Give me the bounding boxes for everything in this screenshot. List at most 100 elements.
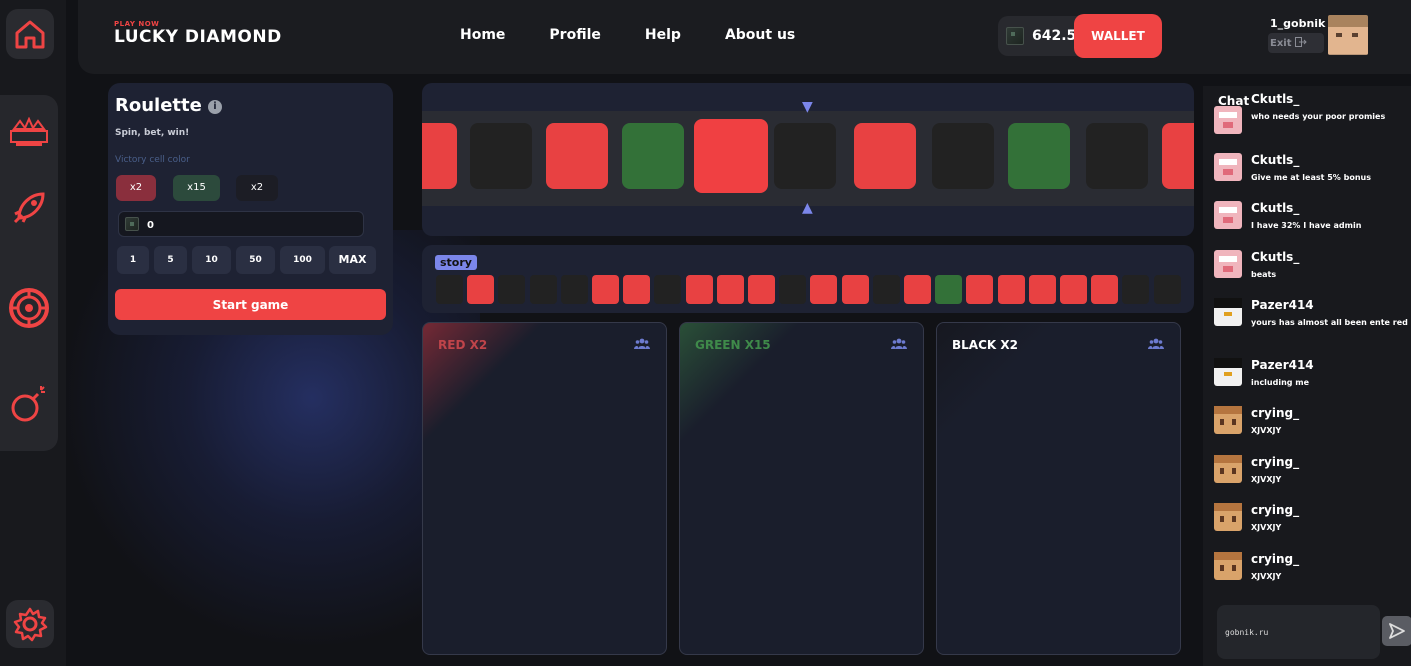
story-cell-red — [1091, 275, 1119, 304]
home-icon[interactable] — [6, 9, 54, 59]
info-icon[interactable]: i — [208, 100, 222, 114]
chat-text: including me — [1251, 378, 1310, 387]
avatar[interactable] — [1214, 153, 1242, 181]
chat-username[interactable]: crying_ — [1251, 455, 1299, 469]
nav-profile[interactable]: Profile — [549, 27, 600, 43]
diamond-block-icon — [125, 217, 139, 231]
nav-about[interactable]: About us — [725, 27, 795, 43]
bet-amount-input[interactable] — [147, 216, 347, 234]
story-cell-green — [935, 275, 963, 304]
chat-username[interactable]: crying_ — [1251, 503, 1299, 517]
story-history: story — [422, 245, 1194, 313]
exit-button[interactable]: Exit — [1268, 33, 1324, 53]
chat-username[interactable]: Ckutls_ — [1251, 201, 1299, 215]
roulette-tile-red — [694, 119, 768, 193]
bet-panel-red[interactable]: RED X2 — [422, 322, 667, 655]
bomb-icon[interactable] — [6, 380, 52, 426]
main-nav: Home Profile Help About us — [460, 27, 795, 43]
color-black-button[interactable]: x2 — [236, 175, 278, 201]
chat-text: who needs your poor promies — [1251, 112, 1386, 121]
story-cell-black — [529, 275, 557, 304]
chat-username[interactable]: Pazer414 — [1251, 298, 1314, 312]
avatar[interactable] — [1214, 455, 1242, 483]
story-cell-red — [966, 275, 994, 304]
page-title: Roulette — [115, 95, 202, 116]
chat-input[interactable] — [1217, 605, 1380, 659]
bet-panel-black[interactable]: BLACK X2 — [936, 322, 1181, 655]
avatar[interactable] — [1328, 15, 1368, 55]
panel-title: BLACK X2 — [952, 338, 1018, 352]
roulette-strip: ▼ ▲ — [422, 83, 1194, 236]
roulette-wheel-icon[interactable] — [6, 285, 52, 331]
story-cell-red — [623, 275, 651, 304]
quick-bet-5[interactable]: 5 — [154, 246, 187, 274]
avatar[interactable] — [1214, 201, 1242, 229]
rocket-icon[interactable] — [6, 185, 52, 231]
quick-bet-1[interactable]: 1 — [117, 246, 149, 274]
top-header: PLAY NOW LUCKY DIAMOND Home Profile Help… — [78, 0, 1411, 74]
story-cell-black — [560, 275, 588, 304]
roulette-tile-red — [1162, 123, 1194, 189]
roulette-tile-green — [622, 123, 684, 189]
quick-bet-10[interactable]: 10 — [192, 246, 231, 274]
panel-title: RED X2 — [438, 338, 488, 352]
nav-help[interactable]: Help — [645, 27, 681, 43]
chat-text: XJVXJY — [1251, 523, 1282, 532]
nav-home[interactable]: Home — [460, 27, 505, 43]
quick-bet-100[interactable]: 100 — [280, 246, 325, 274]
settings-gear-icon[interactable] — [6, 600, 54, 648]
roulette-tile-red — [422, 123, 457, 189]
games-menu — [0, 95, 58, 451]
chat-username[interactable]: Ckutls_ — [1251, 92, 1299, 106]
winner-crown-icon[interactable] — [6, 110, 52, 156]
avatar[interactable] — [1214, 106, 1242, 134]
exit-label: Exit — [1270, 38, 1292, 49]
story-cell-red — [1028, 275, 1056, 304]
color-green-button[interactable]: x15 — [173, 175, 220, 201]
avatar[interactable] — [1214, 250, 1242, 278]
brand-name: LUCKY DIAMOND — [114, 27, 282, 47]
avatar[interactable] — [1214, 298, 1242, 326]
story-cell-black — [779, 275, 807, 304]
roulette-tile-black — [932, 123, 994, 189]
story-label: story — [435, 255, 477, 270]
chat-text: XJVXJY — [1251, 572, 1282, 581]
chat-text: XJVXJY — [1251, 426, 1282, 435]
wallet-button[interactable]: WALLET — [1074, 14, 1162, 58]
story-cell-red — [685, 275, 713, 304]
avatar[interactable] — [1214, 358, 1242, 386]
roulette-subtitle: Spin, bet, win! — [115, 128, 190, 138]
roulette-panel: Roulette i Spin, bet, win! Victory cell … — [108, 83, 393, 335]
story-cell-black — [1153, 275, 1181, 304]
avatar[interactable] — [1214, 552, 1242, 580]
story-cell-black — [436, 275, 463, 304]
story-cell-red — [592, 275, 619, 304]
start-game-button[interactable]: Start game — [115, 289, 386, 320]
roulette-tile-black — [774, 123, 836, 189]
roulette-tile-black — [470, 123, 532, 189]
avatar[interactable] — [1214, 503, 1242, 531]
story-cell-black — [872, 275, 900, 304]
send-button[interactable] — [1382, 616, 1411, 646]
chat-panel: Chat Ckutls_ who needs your poor promies C… — [1203, 86, 1411, 666]
quick-bet-max[interactable]: MAX — [329, 246, 376, 274]
send-icon — [1389, 623, 1405, 639]
color-red-button[interactable]: x2 — [116, 175, 156, 201]
panel-title: GREEN X15 — [695, 338, 771, 352]
chat-username[interactable]: Ckutls_ — [1251, 250, 1299, 264]
roulette-tile-green — [1008, 123, 1070, 189]
bet-panel-green[interactable]: GREEN X15 — [679, 322, 924, 655]
story-cell-red — [810, 275, 838, 304]
chat-username[interactable]: crying_ — [1251, 406, 1299, 420]
story-cell-red — [467, 275, 495, 304]
brand-logo[interactable]: PLAY NOW LUCKY DIAMOND — [114, 20, 282, 46]
story-cell-black — [498, 275, 526, 304]
story-cell-black — [1122, 275, 1150, 304]
chat-username[interactable]: crying_ — [1251, 552, 1299, 566]
bet-amount-field[interactable] — [118, 211, 364, 237]
chat-username[interactable]: Pazer414 — [1251, 358, 1314, 372]
quick-bet-50[interactable]: 50 — [236, 246, 275, 274]
avatar[interactable] — [1214, 406, 1242, 434]
chat-text: XJVXJY — [1251, 475, 1282, 484]
chat-username[interactable]: Ckutls_ — [1251, 153, 1299, 167]
